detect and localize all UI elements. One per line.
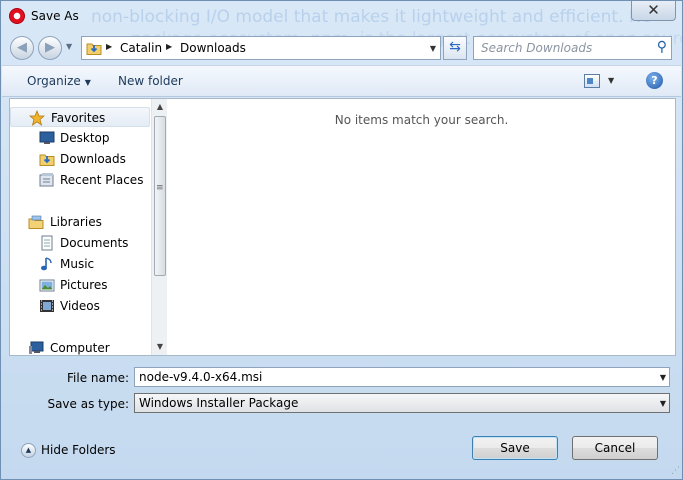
videos-icon: [40, 300, 54, 312]
resize-grip-icon[interactable]: ⋰: [671, 466, 680, 476]
music-icon: [41, 257, 52, 271]
search-box[interactable]: ⚲: [473, 36, 672, 60]
file-name-value[interactable]: node-v9.4.0-x64.msi: [139, 370, 262, 384]
save-as-type-row: Save as type: Windows Installer Package …: [1, 393, 682, 415]
chevron-down-icon: ▼: [84, 78, 91, 87]
cancel-button[interactable]: Cancel: [572, 436, 658, 460]
downloads-folder-icon: [86, 43, 102, 55]
sidebar-item-recent-places[interactable]: Recent Places: [10, 170, 150, 190]
opera-browser-icon: [9, 8, 25, 24]
title-bar: Save As ✕: [1, 1, 682, 31]
file-name-field[interactable]: node-v9.4.0-x64.msi ▼: [134, 367, 670, 387]
close-button[interactable]: ✕: [631, 1, 676, 21]
search-icon[interactable]: ⚲: [657, 39, 667, 55]
new-folder-button[interactable]: New folder: [118, 74, 183, 88]
file-name-label: File name:: [67, 371, 129, 385]
star-icon: [29, 110, 45, 126]
forward-button[interactable]: ▶: [38, 36, 62, 60]
back-button[interactable]: ◀: [10, 36, 34, 60]
sidebar-item-desktop[interactable]: Desktop: [10, 128, 150, 148]
scroll-up-icon[interactable]: ▲: [152, 99, 168, 115]
libraries-icon: [28, 215, 44, 229]
breadcrumb-separator-icon[interactable]: ▶: [106, 42, 112, 51]
address-dropdown-icon[interactable]: ▼: [430, 44, 436, 53]
refresh-button[interactable]: ⇆: [443, 36, 467, 60]
computer-icon: [29, 341, 44, 354]
scrollbar-thumb[interactable]: [154, 116, 166, 276]
documents-icon: [41, 235, 53, 251]
save-as-dialog: non-blocking I/O model that makes it lig…: [0, 0, 683, 480]
file-list-pane[interactable]: No items match your search.: [168, 99, 675, 355]
hide-folders-label: Hide Folders: [41, 443, 116, 457]
search-input[interactable]: [474, 37, 649, 59]
sidebar-item-label: Documents: [60, 236, 129, 250]
organize-menu[interactable]: Organize ▼: [27, 74, 91, 88]
chevron-down-icon[interactable]: ▼: [660, 373, 666, 382]
save-as-type-label: Save as type:: [47, 397, 129, 411]
navigation-pane: Favorites Desktop Downloads Recent Place…: [10, 99, 167, 358]
sidebar-item-label: Computer: [50, 341, 110, 355]
sidebar-item-label: Downloads: [60, 152, 126, 166]
sidebar-item-documents[interactable]: Documents: [10, 233, 150, 253]
chevron-down-icon[interactable]: ▼: [660, 399, 666, 408]
sidebar-item-music[interactable]: Music: [10, 254, 150, 274]
command-toolbar: Organize ▼ New folder ▼ ?: [2, 65, 681, 97]
empty-results-message: No items match your search.: [334, 113, 509, 127]
save-as-type-value: Windows Installer Package: [139, 396, 299, 410]
sidebar-item-libraries[interactable]: Libraries: [10, 212, 150, 232]
recent-locations-dropdown[interactable]: ▼: [66, 42, 72, 51]
organize-label: Organize: [27, 74, 81, 88]
sidebar-item-favorites[interactable]: Favorites: [10, 107, 150, 127]
sidebar-item-pictures[interactable]: Pictures: [10, 275, 150, 295]
pictures-icon: [39, 279, 55, 292]
sidebar-item-label: Recent Places: [60, 173, 144, 187]
sidebar-item-videos[interactable]: Videos: [10, 296, 150, 316]
desktop-icon: [39, 131, 55, 144]
chevron-up-icon: ▲: [21, 443, 36, 458]
save-as-type-select[interactable]: Windows Installer Package ▼: [134, 393, 670, 413]
sidebar-item-label: Videos: [60, 299, 100, 313]
sidebar-item-label: Pictures: [60, 278, 108, 292]
breadcrumb-downloads[interactable]: Downloads: [180, 41, 246, 55]
sidebar-item-label: Favorites: [51, 111, 106, 125]
forward-arrow-icon: ▶: [45, 40, 55, 55]
view-options-dropdown[interactable]: ▼: [608, 76, 614, 85]
back-arrow-icon: ◀: [17, 40, 27, 55]
sidebar-item-label: Libraries: [50, 215, 102, 229]
window-title: Save As: [31, 9, 79, 23]
sidebar-item-computer[interactable]: Computer: [10, 338, 150, 358]
navigation-bar: ◀ ▶ ▼ ▶ Catalin ▶ Downloads ▼ ⇆ ⚲: [1, 33, 682, 61]
save-button[interactable]: Save: [472, 436, 558, 460]
breadcrumb-separator-icon[interactable]: ▶: [166, 42, 172, 51]
breadcrumb-catalin[interactable]: Catalin: [120, 41, 162, 55]
refresh-icon: ⇆: [449, 39, 461, 55]
close-icon: ✕: [647, 1, 660, 19]
file-name-row: File name: node-v9.4.0-x64.msi ▼: [1, 367, 682, 389]
downloads-folder-icon: [39, 154, 55, 166]
change-view-button[interactable]: [584, 74, 600, 88]
navigation-scrollbar[interactable]: ▲ ▼: [151, 99, 167, 355]
scroll-down-icon[interactable]: ▼: [152, 339, 168, 355]
sidebar-item-label: Desktop: [60, 131, 110, 145]
sidebar-item-downloads[interactable]: Downloads: [10, 149, 150, 169]
sidebar-item-label: Music: [60, 257, 95, 271]
address-bar[interactable]: ▶ Catalin ▶ Downloads ▼: [81, 36, 441, 60]
recent-places-icon: [39, 173, 54, 187]
browser-area: Favorites Desktop Downloads Recent Place…: [9, 98, 676, 356]
help-button[interactable]: ?: [646, 72, 663, 89]
